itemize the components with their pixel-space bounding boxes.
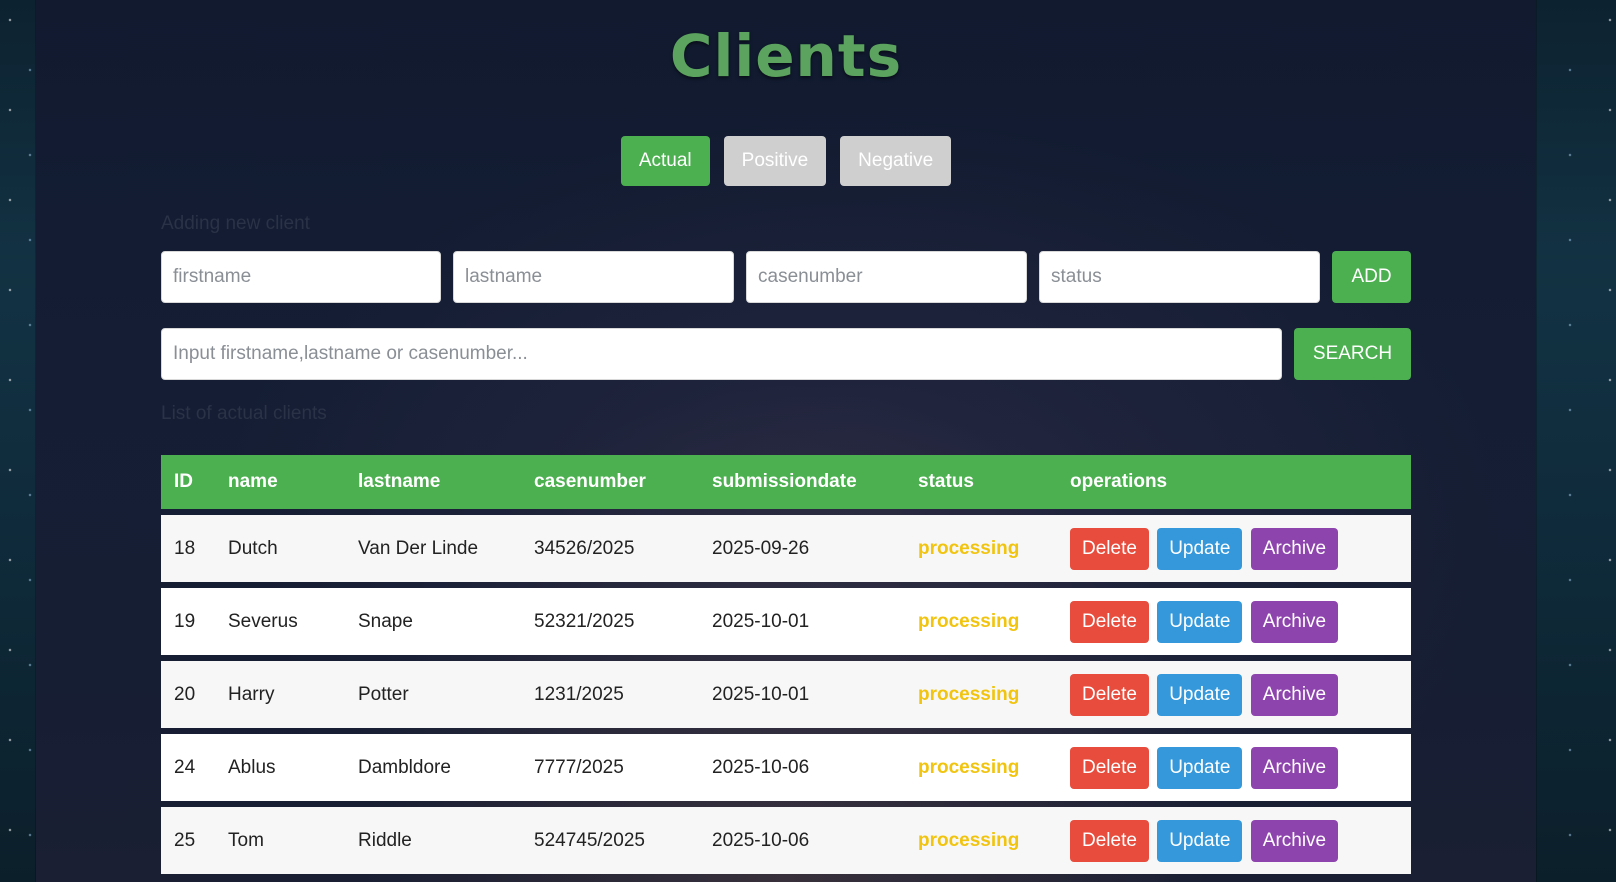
column-header-submissiondate: submissiondate — [699, 455, 905, 509]
main-panel: Clients Actual Positive Negative Adding … — [36, 0, 1536, 882]
cell-submissiondate: 2025-10-01 — [699, 661, 905, 728]
cell-lastname: Dambldore — [345, 734, 521, 801]
cell-operations: Delete Update Archive — [1057, 661, 1411, 728]
update-button[interactable]: Update — [1157, 527, 1243, 570]
archive-button[interactable]: Archive — [1250, 746, 1339, 789]
cell-casenumber: 7777/2025 — [521, 734, 699, 801]
cell-submissiondate: 2025-10-01 — [699, 588, 905, 655]
table-row: 18 Dutch Van Der Linde 34526/2025 2025-0… — [161, 515, 1411, 582]
cell-lastname: Riddle — [345, 807, 521, 874]
cell-operations: Delete Update Archive — [1057, 515, 1411, 582]
cell-casenumber: 524745/2025 — [521, 807, 699, 874]
cell-id: 25 — [161, 807, 215, 874]
tab-positive[interactable]: Positive — [723, 136, 827, 186]
column-header-id: ID — [161, 455, 215, 509]
cell-name: Tom — [215, 807, 345, 874]
delete-button[interactable]: Delete — [1070, 527, 1149, 570]
column-header-name: name — [215, 455, 345, 509]
tab-negative[interactable]: Negative — [840, 136, 952, 186]
table-row: 24 Ablus Dambldore 7777/2025 2025-10-06 … — [161, 734, 1411, 801]
status-input[interactable] — [1039, 251, 1320, 303]
archive-button[interactable]: Archive — [1250, 819, 1339, 862]
update-button[interactable]: Update — [1157, 673, 1243, 716]
delete-button[interactable]: Delete — [1070, 600, 1149, 643]
firstname-input[interactable] — [161, 251, 441, 303]
cell-name: Ablus — [215, 734, 345, 801]
cell-id: 19 — [161, 588, 215, 655]
cell-submissiondate: 2025-09-26 — [699, 515, 905, 582]
table-header-row: ID name lastname casenumber submissionda… — [161, 455, 1411, 509]
clients-table: ID name lastname casenumber submissionda… — [161, 449, 1411, 880]
page-title: Clients — [669, 22, 903, 90]
archive-button[interactable]: Archive — [1250, 600, 1339, 643]
cell-name: Harry — [215, 661, 345, 728]
update-button[interactable]: Update — [1157, 746, 1243, 789]
client-list-heading: List of actual clients — [161, 403, 327, 424]
cell-submissiondate: 2025-10-06 — [699, 734, 905, 801]
cell-status: processing — [905, 515, 1057, 582]
update-button[interactable]: Update — [1157, 819, 1243, 862]
cell-status: processing — [905, 588, 1057, 655]
column-header-status: status — [905, 455, 1057, 509]
table-row: 20 Harry Potter 1231/2025 2025-10-01 pro… — [161, 661, 1411, 728]
delete-button[interactable]: Delete — [1070, 673, 1149, 716]
cell-casenumber: 1231/2025 — [521, 661, 699, 728]
cell-name: Dutch — [215, 515, 345, 582]
search-bar: SEARCH — [161, 328, 1411, 380]
cell-operations: Delete Update Archive — [1057, 807, 1411, 874]
cell-id: 18 — [161, 515, 215, 582]
table-row: 19 Severus Snape 52321/2025 2025-10-01 p… — [161, 588, 1411, 655]
column-header-lastname: lastname — [345, 455, 521, 509]
cell-status: processing — [905, 807, 1057, 874]
cell-operations: Delete Update Archive — [1057, 588, 1411, 655]
search-input[interactable] — [161, 328, 1282, 380]
cell-lastname: Van Der Linde — [345, 515, 521, 582]
cell-name: Severus — [215, 588, 345, 655]
cell-submissiondate: 2025-10-06 — [699, 807, 905, 874]
cell-lastname: Potter — [345, 661, 521, 728]
cell-id: 24 — [161, 734, 215, 801]
archive-button[interactable]: Archive — [1250, 527, 1339, 570]
add-button[interactable]: ADD — [1332, 251, 1411, 303]
search-button[interactable]: SEARCH — [1294, 328, 1411, 380]
casenumber-input[interactable] — [746, 251, 1027, 303]
add-client-heading: Adding new client — [161, 213, 310, 234]
archive-button[interactable]: Archive — [1250, 673, 1339, 716]
filter-tabs: Actual Positive Negative — [36, 136, 1536, 186]
table-row: 25 Tom Riddle 524745/2025 2025-10-06 pro… — [161, 807, 1411, 874]
cell-casenumber: 34526/2025 — [521, 515, 699, 582]
delete-button[interactable]: Delete — [1070, 819, 1149, 862]
delete-button[interactable]: Delete — [1070, 746, 1149, 789]
tab-actual[interactable]: Actual — [620, 136, 710, 186]
cell-lastname: Snape — [345, 588, 521, 655]
cell-status: processing — [905, 661, 1057, 728]
lastname-input[interactable] — [453, 251, 734, 303]
update-button[interactable]: Update — [1157, 600, 1243, 643]
cell-operations: Delete Update Archive — [1057, 734, 1411, 801]
column-header-operations: operations — [1057, 455, 1411, 509]
column-header-casenumber: casenumber — [521, 455, 699, 509]
cell-id: 20 — [161, 661, 215, 728]
cell-status: processing — [905, 734, 1057, 801]
add-client-form: ADD — [161, 251, 1411, 303]
cell-casenumber: 52321/2025 — [521, 588, 699, 655]
